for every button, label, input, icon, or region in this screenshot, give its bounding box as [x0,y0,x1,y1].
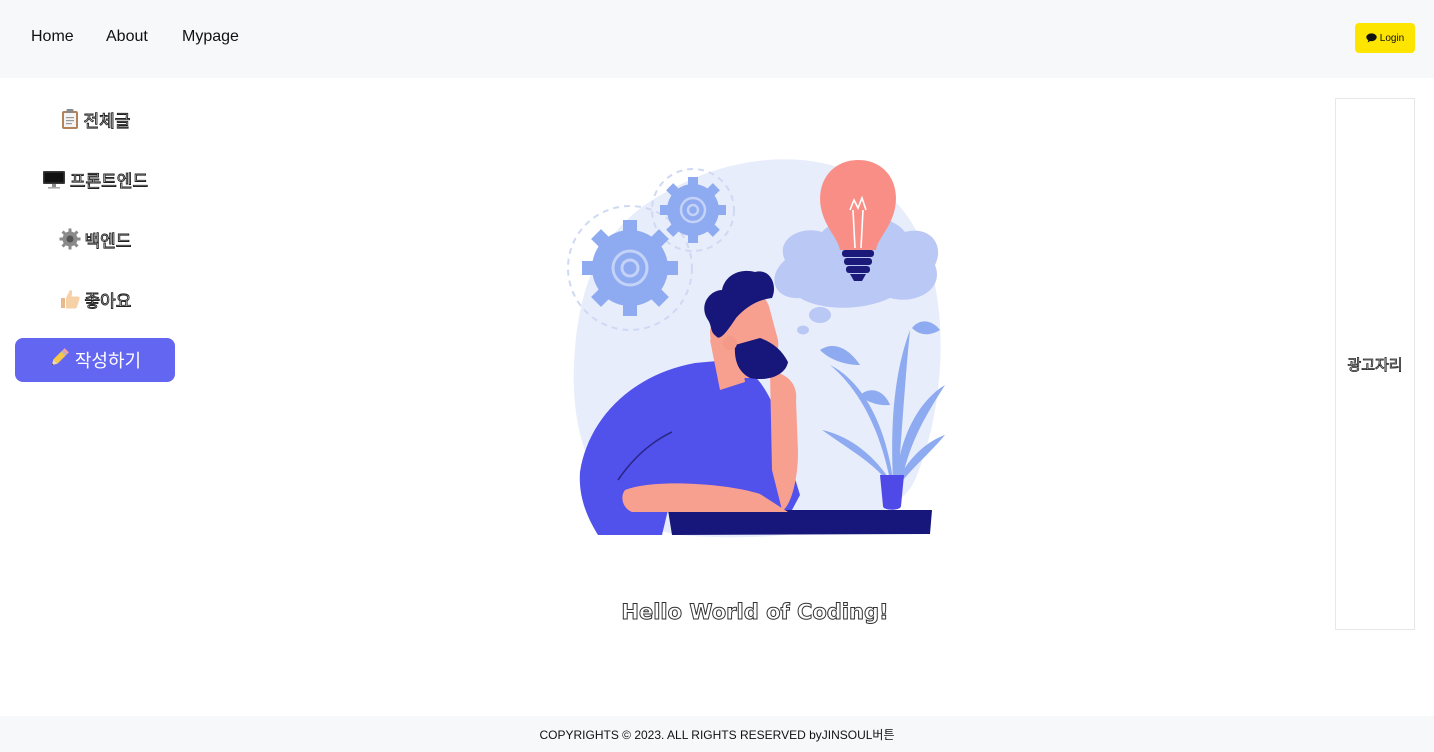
copyright-text: COPYRIGHTS © 2023. ALL RIGHTS RESERVED b… [539,727,895,742]
write-post-button[interactable]: 작성하기 [15,338,175,382]
top-navbar: Home About Mypage Login [0,0,1434,78]
clipboard-icon [60,108,80,130]
page-heading: Hello World of Coding! [621,600,889,625]
sidebar-item-likes[interactable]: 좋아요 [15,277,175,321]
nav-about-link[interactable]: About [106,28,148,46]
thumbs-up-icon [59,288,81,310]
footer: COPYRIGHTS © 2023. ALL RIGHTS RESERVED b… [0,716,1434,752]
sidebar-item-backend[interactable]: 백엔드 [15,217,175,261]
pencil-icon [49,347,69,373]
sidebar-item-label: 백엔드 [84,231,132,252]
write-post-label: 작성하기 [74,351,142,372]
sidebar-item-label: 좋아요 [84,291,132,312]
nav-mypage-link[interactable]: Mypage [182,28,239,46]
login-label: Login [1379,32,1405,44]
nav-home-link[interactable]: Home [31,28,74,46]
ad-placeholder: 광고자리 [1335,98,1415,630]
sidebar-item-all-posts[interactable]: 전체글 [15,97,175,141]
sidebar-item-frontend[interactable]: 프론트엔드 [15,157,175,201]
ad-label: 광고자리 [1347,355,1403,374]
sidebar-item-label: 프론트엔드 [69,171,149,192]
hero-illustration [560,150,950,545]
sidebar-item-label: 전체글 [83,111,131,132]
gear-icon [59,228,81,250]
login-button[interactable]: Login [1355,23,1415,53]
desktop-computer-icon [42,169,66,189]
chat-bubble-icon [1366,33,1377,43]
